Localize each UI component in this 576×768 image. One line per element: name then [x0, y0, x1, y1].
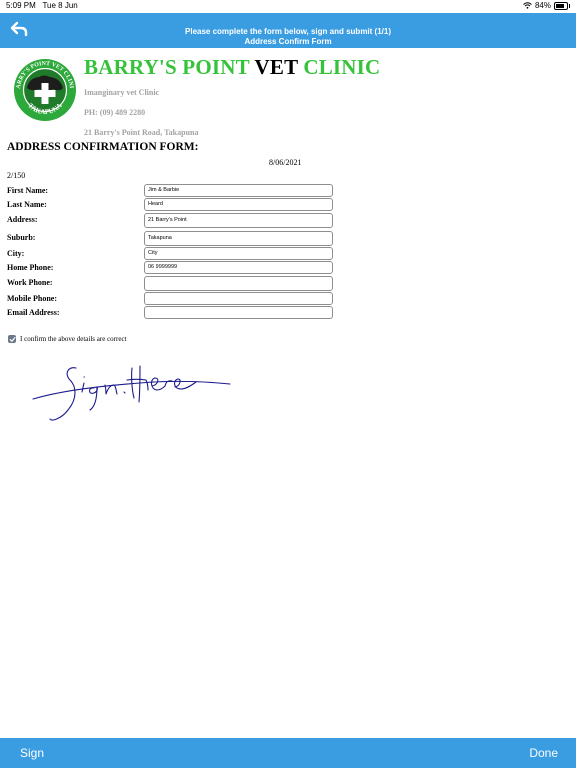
sign-button[interactable]: Sign [20, 746, 44, 760]
confirm-checkbox[interactable] [8, 335, 16, 343]
field-row-suburb: Suburb: [0, 231, 576, 246]
clinic-name-part1: BARRY'S POINT [84, 55, 250, 79]
field-row-first-name: First Name: [0, 184, 576, 198]
nav-title-line1: Please complete the form below, sign and… [185, 27, 391, 36]
work-phone-field[interactable] [144, 276, 333, 291]
clinic-address: 21 Barry's Point Road, Takapuna [84, 128, 199, 137]
field-label: Email Address: [7, 308, 60, 317]
field-label: City: [7, 249, 25, 258]
status-date: Tue 8 Jun [42, 1, 78, 10]
confirm-row: I confirm the above details are correct [8, 335, 127, 343]
checkmark-icon [9, 336, 15, 342]
last-name-field[interactable] [144, 198, 333, 211]
status-time: 5:09 PM Tue 8 Jun [6, 1, 78, 10]
field-label: Work Phone: [7, 278, 53, 287]
wifi-icon [523, 2, 532, 9]
bottom-toolbar: Sign Done [0, 738, 576, 768]
field-row-work-phone: Work Phone: [0, 276, 576, 291]
form-title: ADDRESS CONFIRMATION FORM: [7, 141, 199, 153]
clinic-subtitle: Imanginary vet Clinic [84, 88, 160, 97]
field-row-home-phone: Home Phone: [0, 261, 576, 275]
field-label: Mobile Phone: [7, 294, 57, 303]
clinic-name-part3: CLINIC [303, 55, 381, 79]
battery-fill [556, 3, 564, 8]
address-field[interactable] [144, 213, 333, 228]
field-row-last-name: Last Name: [0, 198, 576, 212]
battery-icon [554, 1, 570, 10]
field-label: First Name: [7, 186, 49, 195]
home-phone-field[interactable] [144, 261, 333, 274]
field-label: Address: [7, 215, 38, 224]
nav-bar: Please complete the form below, sign and… [0, 13, 576, 48]
signature-pad[interactable] [30, 358, 235, 426]
field-row-mobile-phone: Mobile Phone: [0, 292, 576, 306]
form-reference: 2/150 [7, 171, 26, 180]
email-field[interactable] [144, 306, 333, 319]
city-field[interactable] [144, 247, 333, 260]
field-label: Last Name: [7, 200, 47, 209]
field-row-city: City: [0, 247, 576, 261]
clinic-name-part2: VET [254, 55, 298, 79]
field-row-email: Email Address: [0, 306, 576, 320]
battery-percent: 84% [534, 1, 551, 10]
status-right: 84% [523, 1, 570, 10]
clinic-logo-icon: BARRY'S POINT VET CLINIC TAKAPUNA [13, 58, 76, 121]
field-label: Suburb: [7, 233, 36, 242]
suburb-field[interactable] [144, 231, 333, 246]
status-bar: 5:09 PM Tue 8 Jun 84% [0, 0, 576, 13]
field-row-address: Address: [0, 213, 576, 228]
nav-title-line2: Address Confirm Form [244, 37, 332, 46]
clinic-phone: PH: (09) 489 2280 [84, 108, 146, 117]
mobile-phone-field[interactable] [144, 292, 333, 305]
form-date: 8/06/2021 [269, 158, 302, 167]
status-time-text: 5:09 PM [6, 1, 36, 10]
nav-title: Please complete the form below, sign and… [0, 27, 576, 47]
done-button[interactable]: Done [529, 746, 558, 760]
clinic-name: BARRY'S POINT VET CLINIC [84, 55, 380, 80]
confirm-label: I confirm the above details are correct [20, 335, 127, 343]
first-name-field[interactable] [144, 184, 333, 197]
field-label: Home Phone: [7, 263, 54, 272]
